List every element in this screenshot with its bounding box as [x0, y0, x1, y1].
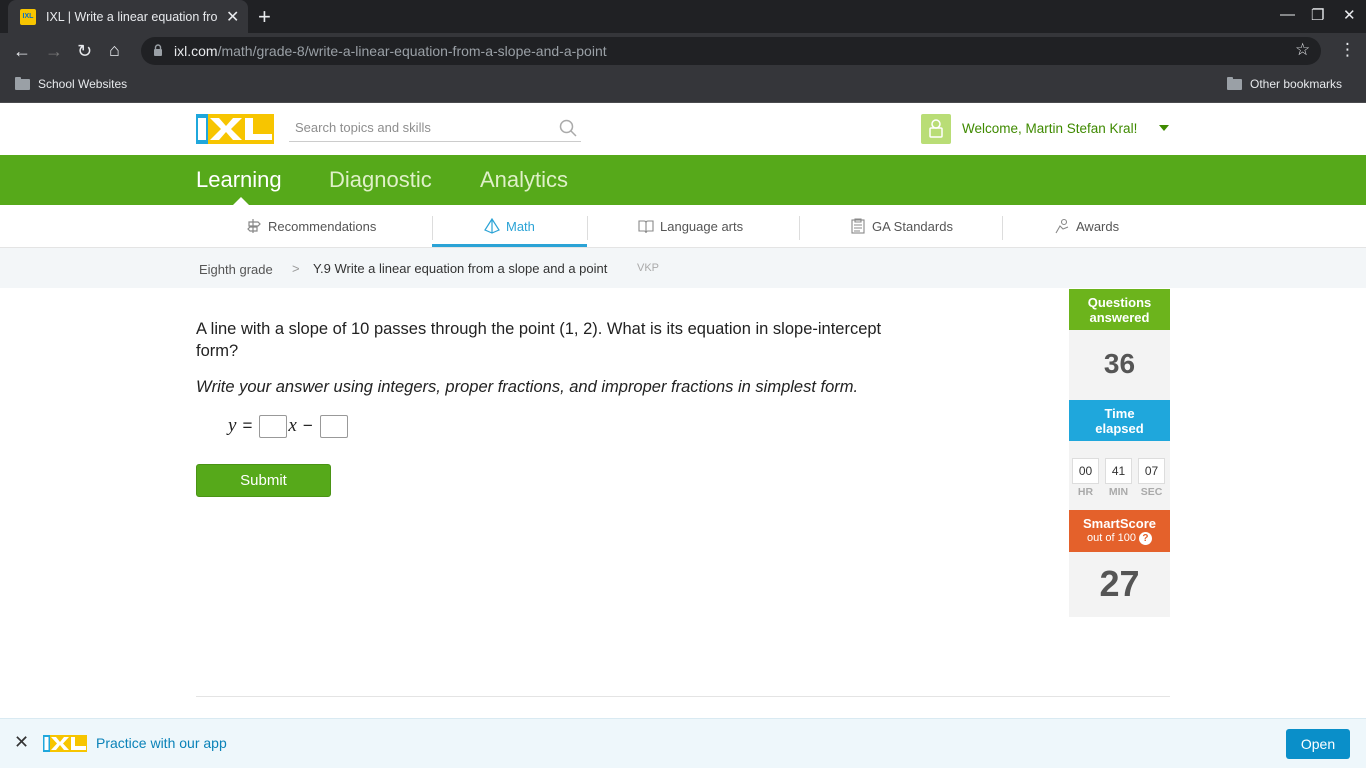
nav-diagnostic[interactable]: Diagnostic	[329, 167, 432, 193]
clipboard-icon	[851, 218, 865, 234]
eq-minus: −	[302, 416, 313, 435]
questions-answered-header: Questions answered	[1069, 289, 1170, 330]
time-elapsed-header: Time elapsed	[1069, 400, 1170, 441]
tab-ga-standards[interactable]: GA Standards	[850, 205, 953, 247]
search-box[interactable]: Search topics and skills	[289, 115, 581, 142]
divider	[1002, 216, 1003, 240]
question-prompt: A line with a slope of 10 passes through…	[196, 320, 882, 360]
smartscore-header: SmartScore out of 100?	[1069, 510, 1170, 552]
reload-icon[interactable]: ↻	[77, 40, 92, 62]
tab-language-arts[interactable]: Language arts	[638, 205, 743, 247]
home-icon[interactable]: ⌂	[109, 39, 120, 61]
divider	[587, 216, 588, 240]
time-seconds: 07	[1138, 458, 1165, 484]
divider	[432, 216, 433, 240]
pyramid-icon	[484, 218, 500, 234]
chevron-down-icon[interactable]	[1159, 125, 1169, 131]
nav-learning[interactable]: Learning	[196, 167, 282, 193]
tab-close-icon[interactable]: ✕	[226, 7, 239, 27]
tab-math[interactable]: Math	[484, 205, 535, 247]
bookmarks-bar	[0, 69, 1366, 103]
questions-answered-count: 36	[1103, 348, 1136, 379]
signpost-icon	[247, 219, 261, 233]
search-input[interactable]: Search topics and skills	[295, 120, 431, 135]
submit-button[interactable]: Submit	[196, 464, 331, 497]
new-tab-icon[interactable]: +	[258, 4, 271, 30]
window-close-icon[interactable]: ✕	[1343, 6, 1356, 24]
maximize-icon[interactable]: ❐	[1311, 6, 1324, 24]
active-tab-underline	[432, 244, 587, 247]
time-minutes: 41	[1105, 458, 1132, 484]
browser-tab-strip: IXL IXL | Write a linear equation from ✕…	[0, 0, 1366, 33]
help-icon[interactable]: ?	[1138, 531, 1152, 545]
book-icon	[638, 220, 654, 234]
eq-y: y	[228, 415, 237, 436]
time-seconds-label: SEC	[1140, 486, 1163, 498]
slope-answer-input[interactable]	[259, 414, 288, 438]
answer-equation: y = x −	[228, 414, 349, 438]
forward-arrow-icon[interactable]: →	[45, 40, 63, 62]
close-icon[interactable]: ✕	[14, 733, 29, 751]
welcome-message[interactable]: Welcome, Martin Stefan Kral!	[962, 121, 1137, 136]
divider	[196, 696, 1170, 697]
eq-equals: =	[242, 416, 253, 435]
tab-awards[interactable]: Awards	[1054, 205, 1119, 247]
ixl-logo[interactable]	[196, 114, 274, 144]
lock-icon	[154, 44, 162, 56]
breadcrumb-skill: Y.9 Write a linear equation from a slope…	[313, 261, 608, 276]
bookmark-school-websites[interactable]: School Websites	[38, 77, 127, 91]
ixl-favicon-icon: IXL	[20, 8, 36, 25]
bookmark-star-icon[interactable]: ☆	[1295, 40, 1310, 60]
question-instruction: Write your answer using integers, proper…	[196, 378, 859, 396]
nav-analytics[interactable]: Analytics	[480, 167, 568, 193]
time-minutes-label: MIN	[1108, 486, 1129, 498]
bookmark-other-bookmarks[interactable]: Other bookmarks	[1250, 77, 1342, 91]
time-hours: 00	[1072, 458, 1099, 484]
url-text[interactable]: ixl.com/math/grade-8/write-a-linear-equa…	[174, 43, 607, 59]
open-app-button[interactable]: Open	[1286, 729, 1350, 759]
smartscore-value: 27	[1099, 563, 1140, 604]
breadcrumb-grade[interactable]: Eighth grade	[199, 262, 273, 277]
folder-icon	[1227, 77, 1242, 90]
intercept-answer-input[interactable]	[319, 414, 348, 438]
tab-recommendations[interactable]: Recommendations	[246, 205, 376, 247]
ixl-logo	[43, 735, 87, 752]
back-arrow-icon[interactable]: ←	[13, 40, 31, 62]
browser-tab[interactable]: IXL IXL | Write a linear equation from ✕	[8, 0, 248, 33]
avatar[interactable]	[921, 114, 951, 144]
user-lock-icon	[929, 119, 943, 138]
time-hours-label: HR	[1077, 486, 1094, 498]
chevron-right-icon: >	[292, 261, 300, 276]
app-banner-text: Practice with our app	[96, 735, 227, 751]
divider	[799, 216, 800, 240]
active-nav-pointer	[233, 197, 249, 205]
folder-icon	[15, 77, 30, 90]
awards-icon	[1055, 218, 1069, 234]
browser-menu-icon[interactable]: ⋮	[1339, 40, 1356, 60]
tab-title: IXL | Write a linear equation from	[46, 9, 218, 24]
search-icon[interactable]	[559, 119, 577, 137]
eq-x: x	[288, 415, 297, 436]
skill-code: VKP	[637, 262, 660, 274]
minimize-icon[interactable]: —	[1280, 6, 1295, 23]
